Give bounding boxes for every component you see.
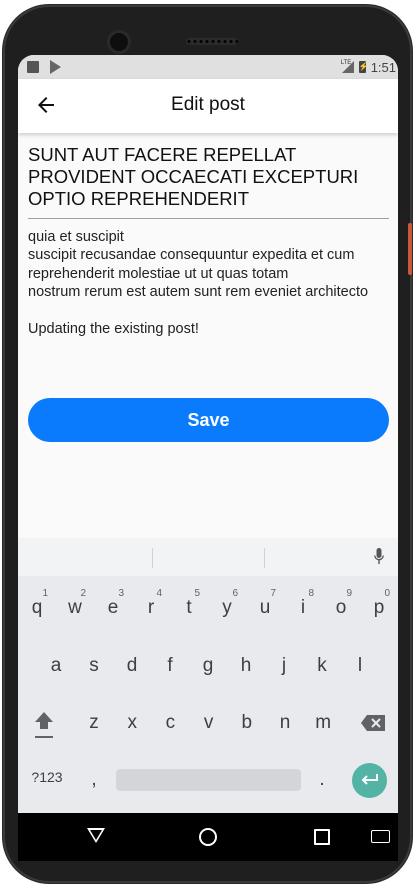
key-label: n — [279, 712, 291, 733]
key-label: c — [165, 712, 176, 733]
key-v[interactable]: v — [196, 712, 222, 734]
symbols-key[interactable]: ?123 — [28, 769, 66, 785]
comma-key[interactable]: , — [86, 769, 102, 791]
backspace-icon[interactable] — [361, 715, 385, 731]
key-z[interactable]: z — [81, 712, 107, 734]
key-label: e — [107, 597, 119, 618]
status-icons: LTE 1:51 — [340, 55, 398, 79]
signal-icon: LTE — [340, 60, 354, 73]
nav-recents-icon[interactable] — [314, 829, 330, 845]
clock: 1:51 — [370, 59, 396, 75]
key-o[interactable]: o9 — [328, 588, 354, 619]
key-f[interactable]: f — [157, 655, 183, 677]
key-label: g — [202, 655, 214, 676]
key-label: s — [89, 655, 99, 676]
save-button[interactable]: Save — [28, 398, 389, 442]
enter-icon — [361, 774, 378, 785]
key-label: b — [241, 712, 253, 733]
key-label: y — [222, 597, 232, 618]
key-number-hint: 4 — [156, 588, 162, 599]
key-label: j — [281, 655, 287, 676]
key-label: q — [31, 597, 43, 618]
app-bar: Edit post — [18, 79, 398, 133]
notification-icon — [27, 61, 39, 73]
key-number-hint: 5 — [194, 588, 200, 599]
suggestion-divider — [152, 548, 153, 568]
key-y[interactable]: y6 — [214, 588, 240, 619]
soft-keyboard: q1w2e3r4t5y6u7i8o9p0 asdfghjkl zxcvbnm ?… — [18, 538, 398, 813]
key-m[interactable]: m — [310, 712, 336, 734]
suggestion-divider — [264, 548, 265, 568]
key-label: r — [147, 597, 155, 618]
key-g[interactable]: g — [195, 655, 221, 677]
key-label: l — [357, 655, 363, 676]
nav-back-icon[interactable] — [87, 828, 105, 843]
key-label: a — [50, 655, 62, 676]
key-i[interactable]: i8 — [290, 588, 316, 619]
suggestion-strip — [18, 538, 398, 576]
key-label: h — [240, 655, 252, 676]
key-number-hint: 9 — [346, 588, 352, 599]
key-c[interactable]: c — [157, 712, 183, 734]
status-bar: LTE 1:51 — [18, 55, 398, 79]
key-e[interactable]: e3 — [100, 588, 126, 619]
shift-icon[interactable] — [34, 710, 54, 740]
play-store-icon — [50, 60, 61, 74]
key-x[interactable]: x — [119, 712, 145, 734]
enter-key[interactable] — [352, 763, 387, 798]
key-number-hint: 2 — [80, 588, 86, 599]
key-number-hint: 7 — [270, 588, 276, 599]
key-number-hint: 1 — [42, 588, 48, 599]
key-l[interactable]: l — [347, 655, 373, 677]
key-a[interactable]: a — [43, 655, 69, 677]
earpiece-speaker — [186, 38, 238, 45]
key-n[interactable]: n — [272, 712, 298, 734]
key-label: v — [203, 712, 214, 733]
app-screen: LTE 1:51 Edit post SUNT AUT FACERE REPEL… — [18, 55, 398, 813]
key-label: z — [89, 712, 99, 733]
title-field-underline — [28, 218, 389, 219]
network-type: LTE — [340, 60, 352, 66]
key-label: x — [127, 712, 137, 733]
key-label: w — [68, 597, 82, 618]
key-number-hint: 3 — [118, 588, 124, 599]
battery-icon — [358, 61, 369, 73]
key-p[interactable]: p0 — [366, 588, 392, 619]
key-t[interactable]: t5 — [176, 588, 202, 619]
key-s[interactable]: s — [81, 655, 107, 677]
key-label: i — [300, 597, 306, 618]
key-w[interactable]: w2 — [62, 588, 88, 619]
key-label: d — [126, 655, 138, 676]
key-number-hint: 6 — [232, 588, 238, 599]
front-camera — [110, 33, 128, 51]
key-label: f — [167, 655, 173, 676]
key-label: p — [373, 597, 385, 618]
key-number-hint: 0 — [384, 588, 390, 599]
key-label: u — [259, 597, 271, 618]
nav-home-icon[interactable] — [199, 828, 217, 846]
key-label: m — [315, 712, 332, 733]
key-label: k — [317, 655, 327, 676]
body-field[interactable]: quia et suscipit suscipit recusandae con… — [28, 228, 390, 338]
page-title: Edit post — [171, 94, 245, 115]
key-label: o — [335, 597, 347, 618]
key-number-hint: 8 — [308, 588, 314, 599]
power-button — [408, 223, 412, 275]
system-nav-bar — [18, 813, 398, 861]
keyboard-switch-icon[interactable] — [371, 830, 390, 843]
key-j[interactable]: j — [271, 655, 297, 677]
mic-icon[interactable] — [374, 548, 384, 566]
key-k[interactable]: k — [309, 655, 335, 677]
key-d[interactable]: d — [119, 655, 145, 677]
key-q[interactable]: q1 — [24, 588, 50, 619]
key-u[interactable]: u7 — [252, 588, 278, 619]
title-field[interactable]: SUNT AUT FACERE REPELLAT PROVIDENT OCCAE… — [28, 144, 388, 210]
key-r[interactable]: r4 — [138, 588, 164, 619]
key-b[interactable]: b — [234, 712, 260, 734]
key-h[interactable]: h — [233, 655, 259, 677]
spacebar[interactable] — [116, 769, 301, 791]
key-label: t — [186, 597, 192, 618]
period-key[interactable]: . — [314, 769, 330, 791]
